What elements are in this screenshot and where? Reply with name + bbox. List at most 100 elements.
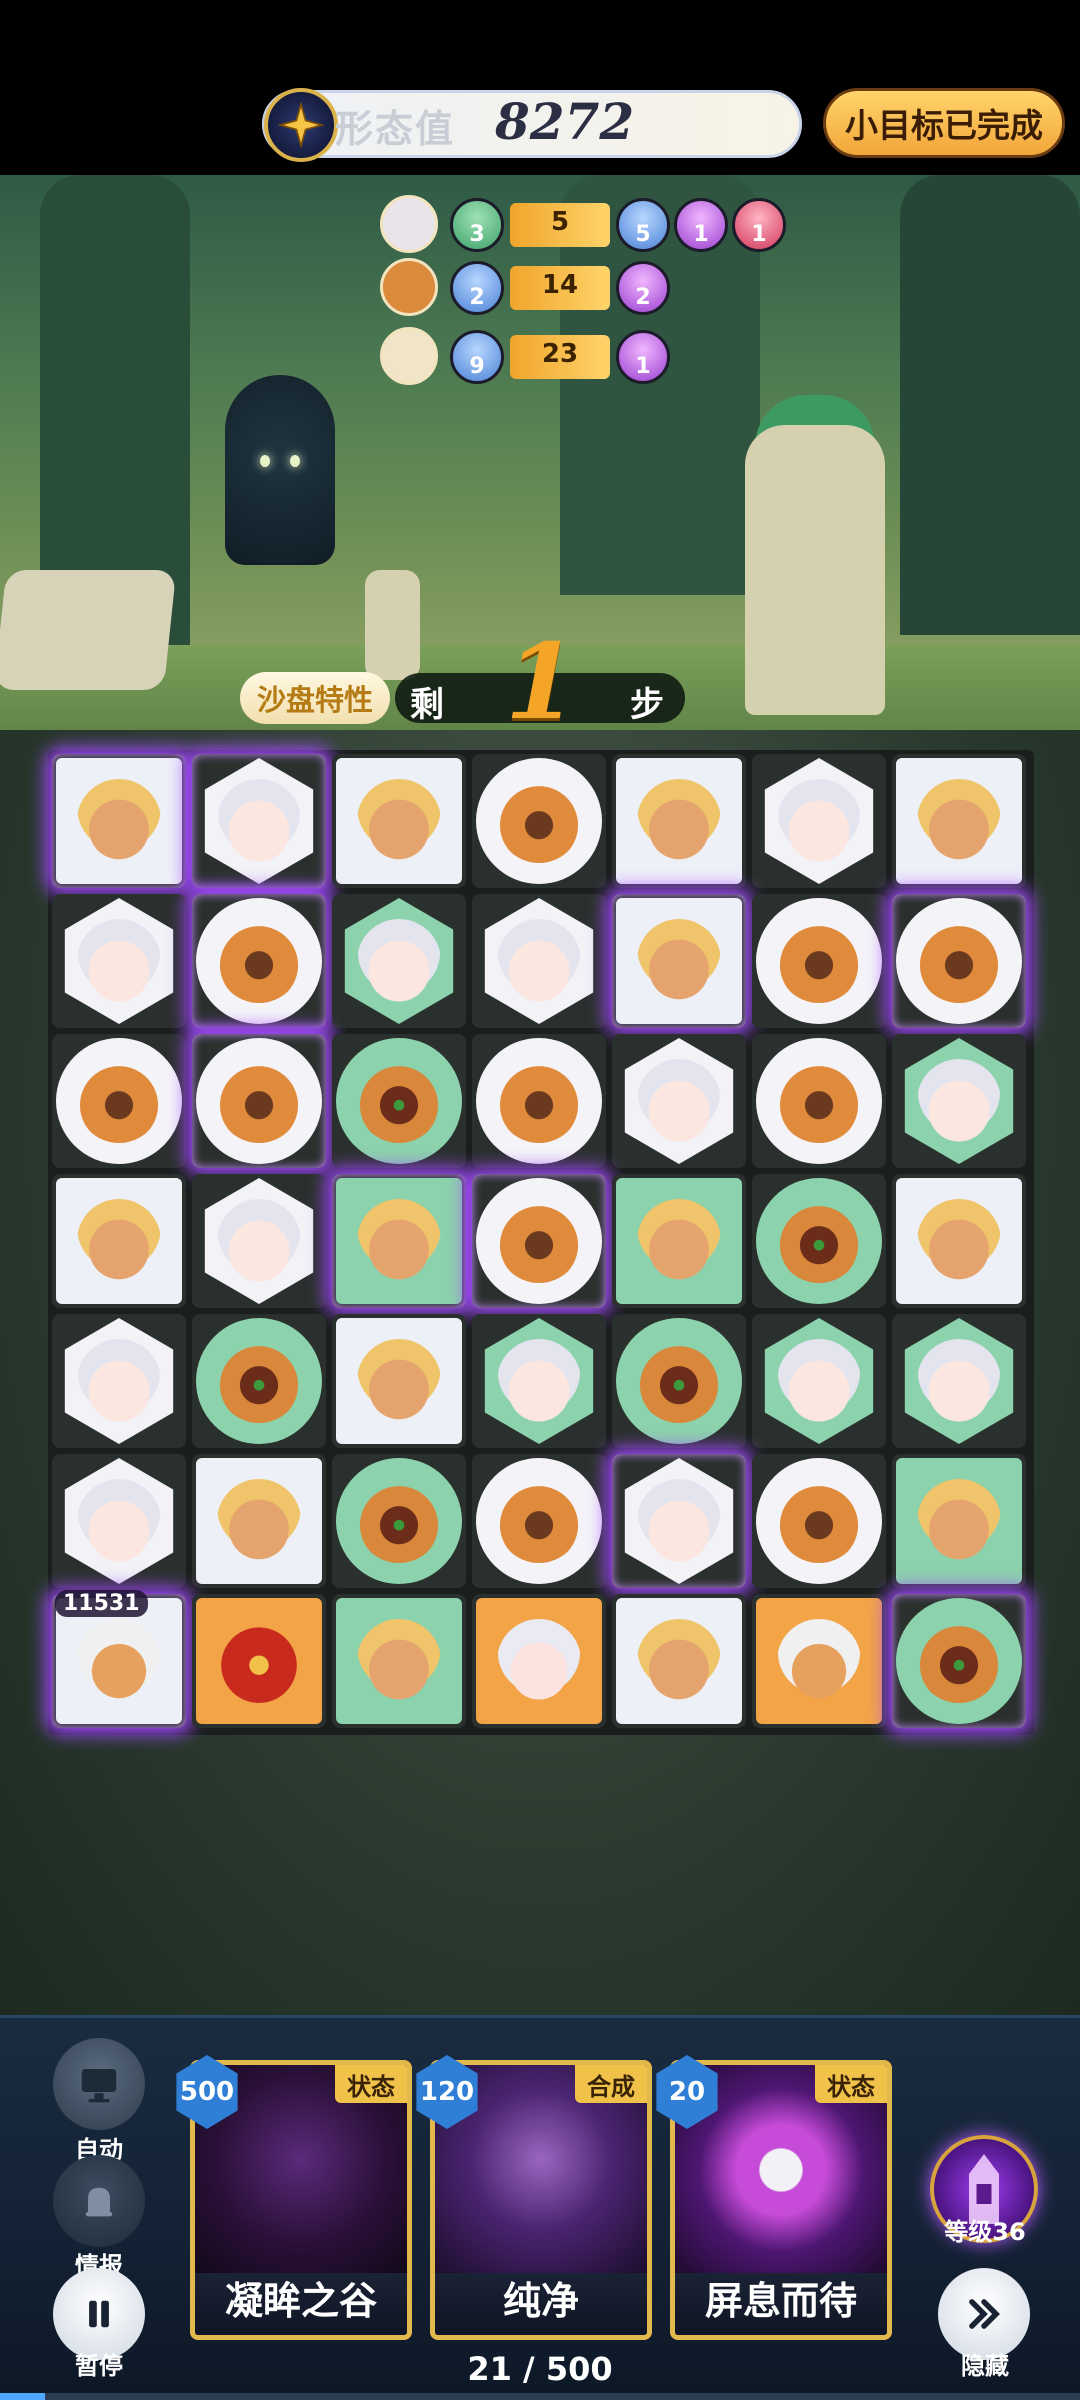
board-cell[interactable] <box>472 1454 606 1588</box>
square-tile <box>336 1598 462 1724</box>
board-cell[interactable] <box>612 1314 746 1448</box>
white-face-icon <box>217 1199 301 1283</box>
wolf-face-icon <box>77 1619 161 1703</box>
board-cell[interactable] <box>752 1034 886 1168</box>
circle-tile <box>896 1598 1022 1724</box>
board-cell[interactable] <box>332 1454 466 1588</box>
hex-tile <box>904 1038 1014 1164</box>
board-cell[interactable] <box>52 1174 186 1308</box>
hex-tile <box>204 758 314 884</box>
stone-totem <box>745 425 885 715</box>
board-cell[interactable] <box>192 894 326 1028</box>
objective-progress-value: 23 <box>541 339 579 369</box>
board-cell[interactable] <box>752 894 886 1028</box>
card-tag: 状态 <box>335 2065 407 2103</box>
board-cell[interactable] <box>752 754 886 888</box>
board-cell[interactable] <box>52 754 186 888</box>
blonde-avatar <box>380 327 438 385</box>
circle-tile <box>336 1458 462 1584</box>
board-cell[interactable] <box>192 1454 326 1588</box>
board-cell[interactable] <box>52 1454 186 1588</box>
board-cell[interactable] <box>472 1314 606 1448</box>
board-cell[interactable] <box>612 1174 746 1308</box>
circle-tile <box>896 898 1022 1024</box>
circle-tile <box>756 1038 882 1164</box>
board-cell[interactable] <box>892 1314 1026 1448</box>
board-cell[interactable] <box>892 894 1026 1028</box>
board-cell[interactable] <box>752 1314 886 1448</box>
match-board <box>48 750 1034 1735</box>
hex-tile <box>484 1318 594 1444</box>
board-cell[interactable] <box>332 894 466 1028</box>
square-tile <box>336 1318 462 1444</box>
board-cell[interactable] <box>892 1594 1026 1728</box>
board-cell[interactable] <box>612 1034 746 1168</box>
blonde-face-icon <box>637 779 721 863</box>
board-cell[interactable] <box>192 754 326 888</box>
white-face-icon <box>77 1339 161 1423</box>
board-cell[interactable] <box>192 1174 326 1308</box>
board-cell[interactable] <box>892 1454 1026 1588</box>
score-label: 形态值 <box>335 107 456 151</box>
board-cell[interactable] <box>752 1594 886 1728</box>
auto-button[interactable] <box>53 2038 145 2130</box>
tree-trunk <box>900 175 1080 635</box>
board-cell[interactable] <box>752 1454 886 1588</box>
goal-complete-button[interactable]: 小目标已完成 <box>823 88 1065 158</box>
hex-tile <box>624 1038 734 1164</box>
square-tile <box>896 1458 1022 1584</box>
board-cell[interactable] <box>472 1034 606 1168</box>
beast-face-icon <box>777 1199 861 1283</box>
white-face-icon <box>917 1339 1001 1423</box>
double-chevron-right-icon <box>969 2299 1000 2329</box>
blonde-face-icon <box>357 779 441 863</box>
board-cell[interactable] <box>192 1034 326 1168</box>
board-cell[interactable] <box>612 1454 746 1588</box>
board-cell[interactable] <box>332 1314 466 1448</box>
board-cell[interactable] <box>192 1314 326 1448</box>
board-cell[interactable] <box>892 1034 1026 1168</box>
white-face-icon <box>917 1059 1001 1143</box>
board-cell[interactable] <box>892 1174 1026 1308</box>
circle-tile <box>476 1038 602 1164</box>
monk-face-icon <box>497 779 581 863</box>
square-tile <box>896 758 1022 884</box>
board-cell[interactable] <box>752 1174 886 1308</box>
boss-red-face-icon <box>217 1619 301 1703</box>
circle-tile <box>616 1318 742 1444</box>
board-cell[interactable] <box>192 1594 326 1728</box>
circle-tile <box>756 898 882 1024</box>
board-cell[interactable] <box>332 1174 466 1308</box>
board-cell[interactable] <box>52 1314 186 1448</box>
circle-tile <box>196 898 322 1024</box>
white-face-icon <box>777 1339 861 1423</box>
board-cell[interactable] <box>472 1594 606 1728</box>
sandbox-traits-button[interactable]: 沙盘特性 <box>240 672 390 724</box>
board-cell[interactable] <box>892 754 1026 888</box>
purple-orb-counter: 1 <box>674 198 728 252</box>
white-face-icon <box>217 779 301 863</box>
white-face-icon <box>77 1479 161 1563</box>
beast-face-icon <box>357 1479 441 1563</box>
creature-eye <box>260 455 270 467</box>
circle-tile <box>476 758 602 884</box>
board-cell[interactable] <box>472 1174 606 1308</box>
board-cell[interactable] <box>612 894 746 1028</box>
blonde-face-icon <box>357 1339 441 1423</box>
board-cell[interactable] <box>332 1594 466 1728</box>
card-name: 纯净 <box>502 2279 579 2323</box>
blonde-face-icon <box>917 1479 1001 1563</box>
circle-tile <box>476 1458 602 1584</box>
board-cell[interactable] <box>472 754 606 888</box>
board-cell[interactable] <box>332 1034 466 1168</box>
board-cell[interactable] <box>52 1034 186 1168</box>
board-cell[interactable] <box>612 1594 746 1728</box>
intel-button[interactable] <box>53 2155 145 2247</box>
board-cell[interactable] <box>332 754 466 888</box>
board-cell[interactable] <box>52 894 186 1028</box>
board-cell[interactable] <box>472 894 606 1028</box>
wolf-face-icon <box>777 1619 861 1703</box>
beast-avatar <box>380 258 438 316</box>
white-face-icon <box>777 779 861 863</box>
board-cell[interactable] <box>612 754 746 888</box>
